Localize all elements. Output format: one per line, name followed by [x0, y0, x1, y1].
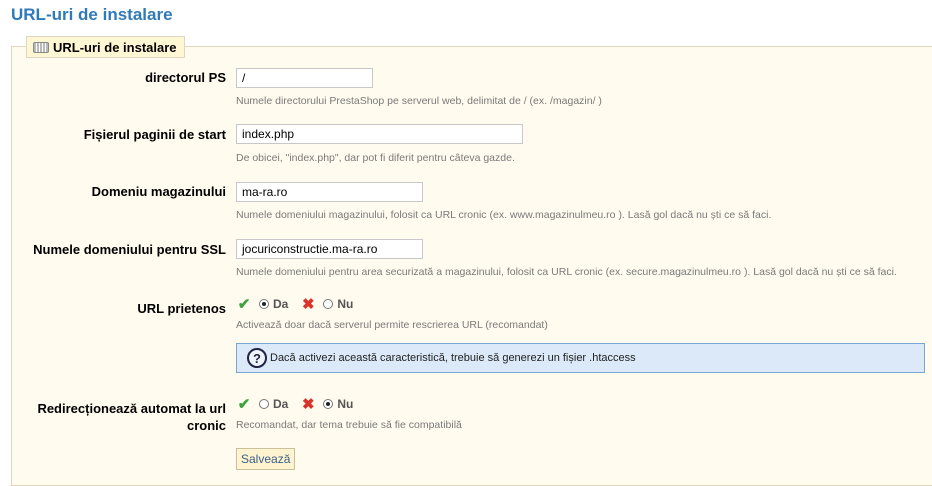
friendly-url-no-radio[interactable] — [323, 299, 334, 309]
friendly-url-label: URL prietenos — [137, 301, 226, 316]
shop-domain-input[interactable]: ma-ra.ro — [236, 182, 423, 202]
friendly-url-options: ✔ Da ✖ Nu — [236, 296, 354, 313]
ssl-domain-input[interactable]: jocuriconstructie.ma-ra.ro — [236, 239, 423, 259]
canonical-redirect-hint: Recomandat, dar tema trebuie să fie comp… — [236, 419, 462, 431]
page-title: URL-uri de instalare — [11, 5, 173, 24]
friendly-url-hint: Activează doar dacă serverul permite res… — [236, 319, 548, 331]
ssl-domain-label: Numele domeniului pentru SSL — [33, 242, 226, 257]
canonical-redirect-no-radio[interactable] — [323, 399, 334, 409]
ps-dir-input[interactable]: / — [236, 68, 373, 88]
friendly-url-yes-radio[interactable] — [259, 299, 269, 309]
shop-domain-label: Domeniu magazinului — [91, 184, 226, 199]
help-icon: ? — [247, 348, 267, 368]
keyboard-icon — [33, 41, 49, 53]
shop-domain-hint: Numele domeniului magazinului, folosit c… — [236, 209, 772, 221]
canonical-redirect-yes-label[interactable]: Da — [273, 397, 288, 411]
panel-legend: URL-uri de instalare — [26, 36, 185, 58]
canonical-redirect-label: Redirecționează automat la url cronic — [37, 400, 226, 434]
panel-legend-label: URL-uri de instalare — [53, 39, 177, 55]
start-page-input[interactable]: index.php — [236, 124, 523, 144]
ssl-domain-hint: Numele domeniului pentru area securizată… — [236, 266, 897, 278]
cross-icon: ✖ — [302, 396, 315, 413]
htaccess-info-box: ? Dacă activezi această caracteristică, … — [236, 343, 925, 373]
friendly-url-no-label[interactable]: Nu — [337, 297, 353, 311]
canonical-redirect-options: ✔ Da ✖ Nu — [236, 396, 354, 413]
canonical-redirect-label-line1: Redirecționează automat la url — [37, 401, 226, 416]
start-page-label: Fișierul paginii de start — [83, 127, 226, 142]
htaccess-info-text: Dacă activezi această caracteristică, tr… — [270, 352, 636, 364]
canonical-redirect-no-label[interactable]: Nu — [337, 397, 353, 411]
ps-dir-label: directorul PS — [145, 70, 226, 85]
canonical-redirect-yes-radio[interactable] — [259, 399, 269, 409]
ps-dir-hint: Numele directorului PrestaShop pe server… — [236, 95, 602, 107]
check-icon: ✔ — [237, 296, 251, 313]
canonical-redirect-label-line2: cronic — [186, 418, 226, 433]
check-icon: ✔ — [237, 396, 251, 413]
friendly-url-yes-label[interactable]: Da — [273, 297, 288, 311]
start-page-hint: De obicei, "index.php", dar pot fi difer… — [236, 152, 515, 164]
cross-icon: ✖ — [302, 296, 315, 313]
save-button[interactable]: Salvează — [236, 448, 296, 470]
